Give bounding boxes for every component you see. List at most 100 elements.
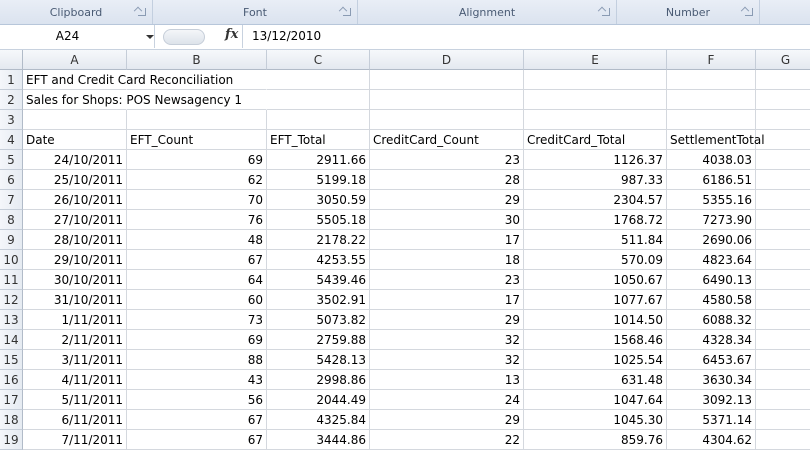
value-cell[interactable]: 6088.32: [667, 310, 756, 330]
value-cell[interactable]: 4823.64: [667, 250, 756, 270]
value-cell[interactable]: 2044.49: [267, 390, 370, 410]
cell[interactable]: [267, 110, 370, 130]
value-cell[interactable]: 67: [127, 430, 267, 450]
row-header[interactable]: 7: [0, 190, 23, 210]
value-cell[interactable]: 76: [127, 210, 267, 230]
column-header-a[interactable]: A: [23, 50, 127, 70]
date-cell[interactable]: 4/11/2011: [23, 370, 127, 390]
sheet-subtitle-cell[interactable]: Sales for Shops: POS Newsagency 1: [23, 90, 242, 110]
row-header[interactable]: 2: [0, 90, 23, 110]
cell[interactable]: [756, 250, 810, 270]
value-cell[interactable]: 29: [370, 190, 524, 210]
column-title-cell[interactable]: Date: [23, 130, 127, 150]
value-cell[interactable]: 60: [127, 290, 267, 310]
column-title-cell[interactable]: SettlementTotal: [667, 130, 765, 150]
value-cell[interactable]: 2690.06: [667, 230, 756, 250]
value-cell[interactable]: 631.48: [524, 370, 667, 390]
value-cell[interactable]: 67: [127, 250, 267, 270]
column-title-cell[interactable]: CreditCard_Total: [524, 130, 667, 150]
value-cell[interactable]: 29: [370, 410, 524, 430]
value-cell[interactable]: 24: [370, 390, 524, 410]
value-cell[interactable]: 1025.54: [524, 350, 667, 370]
value-cell[interactable]: 18: [370, 250, 524, 270]
row-header[interactable]: 13: [0, 310, 23, 330]
value-cell[interactable]: 1077.67: [524, 290, 667, 310]
cell[interactable]: [756, 190, 810, 210]
date-cell[interactable]: 28/10/2011: [23, 230, 127, 250]
row-header[interactable]: 15: [0, 350, 23, 370]
cell[interactable]: [756, 210, 810, 230]
value-cell[interactable]: 3502.91: [267, 290, 370, 310]
value-cell[interactable]: 69: [127, 150, 267, 170]
cell[interactable]: [267, 70, 370, 90]
value-cell[interactable]: 70: [127, 190, 267, 210]
value-cell[interactable]: 2178.22: [267, 230, 370, 250]
column-title-cell[interactable]: EFT_Total: [267, 130, 370, 150]
cell[interactable]: [524, 90, 667, 110]
row-header[interactable]: 8: [0, 210, 23, 230]
cell[interactable]: [127, 110, 267, 130]
value-cell[interactable]: 987.33: [524, 170, 667, 190]
row-header[interactable]: 9: [0, 230, 23, 250]
select-all-corner[interactable]: [0, 50, 23, 70]
cell[interactable]: [756, 230, 810, 250]
date-cell[interactable]: 31/10/2011: [23, 290, 127, 310]
column-title-cell[interactable]: CreditCard_Count: [370, 130, 524, 150]
name-box[interactable]: A24: [0, 25, 155, 48]
row-header[interactable]: 11: [0, 270, 23, 290]
date-cell[interactable]: 27/10/2011: [23, 210, 127, 230]
value-cell[interactable]: 3630.34: [667, 370, 756, 390]
date-cell[interactable]: 30/10/2011: [23, 270, 127, 290]
cell[interactable]: [267, 90, 370, 110]
value-cell[interactable]: 4253.55: [267, 250, 370, 270]
value-cell[interactable]: 69: [127, 330, 267, 350]
cell[interactable]: [756, 330, 810, 350]
value-cell[interactable]: 64: [127, 270, 267, 290]
date-cell[interactable]: 7/11/2011: [23, 430, 127, 450]
dialog-launcher-icon[interactable]: [343, 8, 351, 16]
value-cell[interactable]: 6490.13: [667, 270, 756, 290]
value-cell[interactable]: 4304.62: [667, 430, 756, 450]
value-cell[interactable]: 2911.66: [267, 150, 370, 170]
date-cell[interactable]: 24/10/2011: [23, 150, 127, 170]
row-header[interactable]: 3: [0, 110, 23, 130]
value-cell[interactable]: 5428.13: [267, 350, 370, 370]
column-header-g[interactable]: G: [756, 50, 810, 70]
column-title-cell[interactable]: EFT_Count: [127, 130, 267, 150]
date-cell[interactable]: 25/10/2011: [23, 170, 127, 190]
value-cell[interactable]: 3444.86: [267, 430, 370, 450]
value-cell[interactable]: 6453.67: [667, 350, 756, 370]
value-cell[interactable]: 5355.16: [667, 190, 756, 210]
cell[interactable]: [23, 110, 127, 130]
date-cell[interactable]: 2/11/2011: [23, 330, 127, 350]
value-cell[interactable]: 1014.50: [524, 310, 667, 330]
value-cell[interactable]: 5439.46: [267, 270, 370, 290]
row-header[interactable]: 4: [0, 130, 23, 150]
value-cell[interactable]: 4580.58: [667, 290, 756, 310]
cell[interactable]: [524, 70, 667, 90]
formula-input[interactable]: 13/12/2010: [252, 29, 321, 43]
value-cell[interactable]: 48: [127, 230, 267, 250]
cell[interactable]: [756, 130, 810, 150]
value-cell[interactable]: 3092.13: [667, 390, 756, 410]
cell[interactable]: [370, 110, 524, 130]
cell[interactable]: [370, 90, 524, 110]
value-cell[interactable]: 29: [370, 310, 524, 330]
value-cell[interactable]: 1568.46: [524, 330, 667, 350]
cell[interactable]: [756, 70, 810, 90]
row-header[interactable]: 5: [0, 150, 23, 170]
cell[interactable]: [756, 390, 810, 410]
insert-function-icon[interactable]: fx: [225, 27, 238, 42]
cell[interactable]: [756, 90, 810, 110]
value-cell[interactable]: 1047.64: [524, 390, 667, 410]
resize-grip-icon[interactable]: [163, 29, 205, 45]
value-cell[interactable]: 17: [370, 290, 524, 310]
row-header[interactable]: 6: [0, 170, 23, 190]
value-cell[interactable]: 570.09: [524, 250, 667, 270]
cell[interactable]: [756, 430, 810, 450]
cell[interactable]: [756, 350, 810, 370]
value-cell[interactable]: 7273.90: [667, 210, 756, 230]
row-header[interactable]: 19: [0, 430, 23, 450]
date-cell[interactable]: 6/11/2011: [23, 410, 127, 430]
cell[interactable]: [756, 110, 810, 130]
